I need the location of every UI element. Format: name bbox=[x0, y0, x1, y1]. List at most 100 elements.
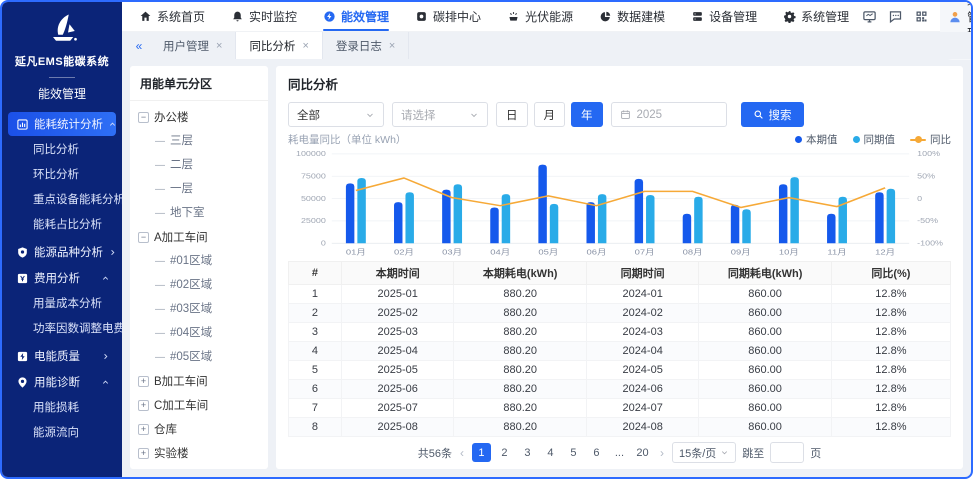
caret-right-icon bbox=[101, 352, 110, 361]
period-button[interactable]: 年 bbox=[571, 102, 603, 127]
sidebar-item[interactable]: 用能诊断 bbox=[8, 370, 116, 394]
caret-up-icon bbox=[108, 120, 117, 129]
chart-header: 耗电量同比（单位 kWh） 本期值同期值同比 bbox=[288, 132, 951, 147]
sidebar-subitem[interactable]: 用能损耗 bbox=[2, 396, 122, 421]
page-button[interactable]: 5 bbox=[564, 443, 583, 462]
year-picker[interactable]: 2025 bbox=[611, 102, 727, 127]
topnav-right: 超级管理员 bbox=[862, 2, 973, 31]
expand-node-icon[interactable]: + bbox=[138, 400, 149, 411]
tab-close-icon[interactable]: × bbox=[302, 40, 308, 52]
topnav-item[interactable]: 实时监控 bbox=[218, 2, 310, 31]
panel-title: 同比分析 bbox=[288, 74, 951, 93]
sidebar-item-label: 用能诊断 bbox=[34, 374, 96, 390]
scope-select[interactable]: 全部 bbox=[288, 102, 384, 127]
tab-close-icon[interactable]: × bbox=[389, 40, 395, 52]
topnav-item[interactable]: 数据建模 bbox=[586, 2, 678, 31]
toolbar-message-button[interactable] bbox=[888, 9, 903, 24]
tab[interactable]: 用户管理× bbox=[150, 32, 236, 59]
toolbar-screen-button[interactable] bbox=[862, 9, 877, 24]
app-window: 延凡EMS能碳系统 能效管理 能耗统计分析同比分析环比分析重点设备能耗分析能耗占… bbox=[0, 0, 973, 479]
tree-leaf[interactable]: 地下室 bbox=[138, 201, 260, 225]
tree-leaf[interactable]: #04区域 bbox=[138, 321, 260, 345]
sidebar-item[interactable]: 能耗统计分析 bbox=[8, 112, 116, 136]
collapse-node-icon[interactable]: − bbox=[138, 112, 149, 123]
search-button[interactable]: 搜索 bbox=[741, 102, 804, 127]
sidebar-item[interactable]: 电能质量 bbox=[8, 344, 116, 368]
legend-label: 本期值 bbox=[806, 132, 838, 147]
legend-item[interactable]: 本期值 bbox=[795, 132, 838, 147]
tree-leaf[interactable]: #01区域 bbox=[138, 249, 260, 273]
caret-up-icon bbox=[101, 274, 110, 283]
page-button[interactable]: 3 bbox=[518, 443, 537, 462]
page-button[interactable]: 4 bbox=[541, 443, 560, 462]
sidebar-item[interactable]: 能源品种分析 bbox=[8, 240, 116, 264]
chevron-down-icon bbox=[720, 448, 729, 457]
sidebar-subitem[interactable]: 同比分析 bbox=[2, 138, 122, 163]
calendar-icon bbox=[620, 109, 631, 120]
period-button[interactable]: 日 bbox=[496, 102, 528, 127]
jump-page-input[interactable] bbox=[770, 442, 804, 463]
table-cell: 12.8% bbox=[831, 342, 950, 361]
page-button[interactable]: 2 bbox=[495, 443, 514, 462]
page-size-value: 15条/页 bbox=[679, 445, 716, 461]
expand-node-icon[interactable]: + bbox=[138, 448, 149, 459]
topnav-item[interactable]: 光伏能源 bbox=[494, 2, 586, 31]
table-cell: 2024-02 bbox=[586, 304, 699, 323]
prev-page-button[interactable]: ‹ bbox=[458, 446, 466, 460]
tab[interactable]: 同比分析× bbox=[236, 32, 322, 59]
device-select[interactable]: 请选择 bbox=[392, 102, 488, 127]
collapse-node-icon[interactable]: − bbox=[138, 232, 149, 243]
tree-leaf[interactable]: #02区域 bbox=[138, 273, 260, 297]
tree-node[interactable]: −办公楼 bbox=[138, 105, 260, 129]
legend-label: 同比 bbox=[930, 132, 951, 147]
bell-icon bbox=[231, 10, 244, 23]
tree-node[interactable]: +B加工车间 bbox=[138, 369, 260, 393]
period-button[interactable]: 月 bbox=[534, 102, 566, 127]
tab-close-icon[interactable]: × bbox=[216, 40, 222, 52]
page-button[interactable]: 6 bbox=[587, 443, 606, 462]
tab[interactable]: 登录日志× bbox=[323, 32, 409, 59]
sidebar-item[interactable]: 费用分析 bbox=[8, 266, 116, 290]
tree-leaf[interactable]: #05区域 bbox=[138, 345, 260, 369]
tree-node[interactable]: +C加工车间 bbox=[138, 393, 260, 417]
table-cell: 3 bbox=[289, 323, 342, 342]
sidebar-subitem[interactable]: 用量成本分析 bbox=[2, 292, 122, 317]
qrcode-icon bbox=[914, 9, 929, 24]
legend-item[interactable]: 同期值 bbox=[853, 132, 896, 147]
tree-node[interactable]: −A加工车间 bbox=[138, 225, 260, 249]
unit-tree-panel: 用能单元分区 −办公楼三层二层一层地下室−A加工车间#01区域#02区域#03区… bbox=[130, 66, 268, 469]
sidebar-subitem[interactable]: 功率因数调整电费 bbox=[2, 317, 122, 342]
tree-leaf[interactable]: #03区域 bbox=[138, 297, 260, 321]
legend-item[interactable]: 同比 bbox=[910, 132, 951, 147]
period-toggle-group: 日月年 bbox=[496, 102, 603, 127]
topnav-item[interactable]: 系统首页 bbox=[126, 2, 218, 31]
svg-text:50%: 50% bbox=[917, 172, 935, 180]
tree-leaf[interactable]: 三层 bbox=[138, 129, 260, 153]
collapse-tabs-button[interactable]: « bbox=[128, 32, 150, 59]
svg-text:25000: 25000 bbox=[301, 217, 327, 225]
filter-row: 全部 请选择 日月年 bbox=[288, 102, 951, 127]
topnav-item[interactable]: 系统管理 bbox=[770, 2, 862, 31]
table-cell: 2025-05 bbox=[341, 361, 454, 380]
table-column-header: # bbox=[289, 262, 342, 285]
page-button[interactable]: 1 bbox=[472, 443, 491, 462]
next-page-button[interactable]: › bbox=[658, 446, 666, 460]
sidebar-subitem[interactable]: 重点设备能耗分析 bbox=[2, 188, 122, 213]
topnav-item[interactable]: 碳排中心 bbox=[402, 2, 494, 31]
topnav-item-label: 能效管理 bbox=[341, 8, 389, 25]
expand-node-icon[interactable]: + bbox=[138, 376, 149, 387]
sidebar-subitem[interactable]: 环比分析 bbox=[2, 163, 122, 188]
page-button[interactable]: 20 bbox=[633, 443, 652, 462]
tree-leaf[interactable]: 二层 bbox=[138, 153, 260, 177]
tree-node[interactable]: +实验楼 bbox=[138, 441, 260, 465]
topnav-item[interactable]: 设备管理 bbox=[678, 2, 770, 31]
screen-icon bbox=[862, 9, 877, 24]
tree-node[interactable]: +仓库 bbox=[138, 417, 260, 441]
expand-node-icon[interactable]: + bbox=[138, 424, 149, 435]
tree-leaf[interactable]: 一层 bbox=[138, 177, 260, 201]
page-size-select[interactable]: 15条/页 bbox=[672, 442, 736, 463]
sidebar-subitem[interactable]: 能源流向 bbox=[2, 421, 122, 446]
topnav-item[interactable]: 能效管理 bbox=[310, 2, 402, 31]
toolbar-qrcode-button[interactable] bbox=[914, 9, 929, 24]
sidebar-subitem[interactable]: 能耗占比分析 bbox=[2, 213, 122, 238]
